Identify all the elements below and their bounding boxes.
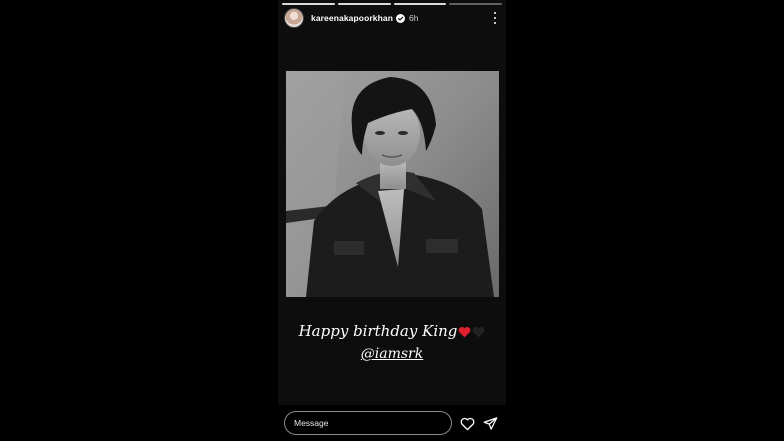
story-progress-bar [282,3,502,5]
story-header: kareenakapoorkhan 6h [284,8,500,28]
black-heart-icon [473,326,485,338]
send-icon[interactable] [483,416,498,431]
username[interactable]: kareenakapoorkhan [311,13,393,23]
story-photo [286,71,499,297]
progress-segment [282,3,335,5]
progress-segment [449,3,502,5]
story-caption: Happy birthday King @iamsrk [278,320,506,365]
like-heart-icon[interactable] [460,417,475,431]
verified-badge-icon [396,13,406,23]
avatar[interactable] [284,8,304,28]
red-heart-icon [459,326,471,338]
more-options-icon[interactable] [490,11,500,25]
progress-segment [393,3,447,5]
message-input[interactable]: Message [284,411,452,435]
progress-segment [337,3,391,5]
time-ago: 6h [409,13,419,23]
story-viewer: kareenakapoorkhan 6h Happy birthday King… [278,0,506,441]
mention-link[interactable]: @iamsrk [361,343,423,365]
caption-text: Happy birthday King [298,322,458,340]
reply-bar: Message [278,405,506,441]
